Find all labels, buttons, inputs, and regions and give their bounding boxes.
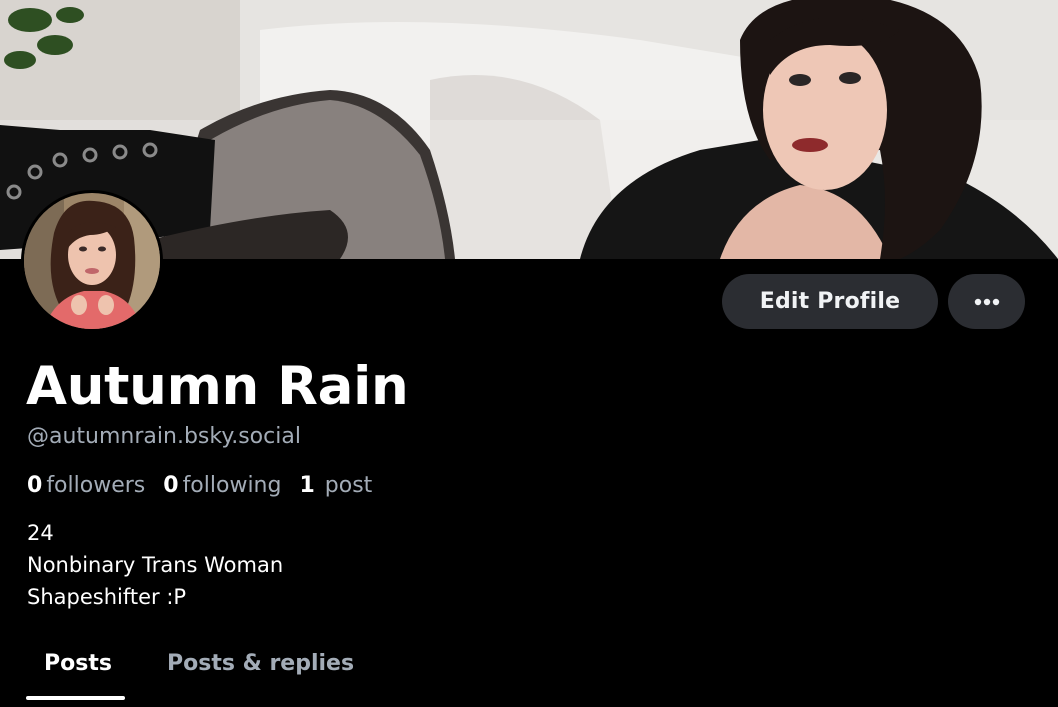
active-tab-indicator bbox=[26, 696, 125, 700]
followers-link[interactable]: 0 followers bbox=[27, 472, 145, 500]
edit-profile-button[interactable]: Edit Profile bbox=[722, 274, 938, 329]
posts-label: post bbox=[324, 473, 373, 498]
bio-line: Nonbinary Trans Woman bbox=[27, 553, 284, 577]
followers-label: followers bbox=[46, 473, 146, 498]
profile-tabs: Posts Posts & replies bbox=[26, 636, 372, 707]
more-options-button[interactable] bbox=[948, 274, 1025, 329]
ellipsis-icon bbox=[974, 298, 999, 305]
profile-handle: @autumnrain.bsky.social bbox=[27, 424, 301, 449]
profile-bio: 24 Nonbinary Trans Woman Shapeshifter :P bbox=[27, 517, 283, 613]
followers-count: 0 bbox=[27, 473, 43, 498]
profile-page: Edit Profile Autumn Rain @autumnrain.bsk… bbox=[0, 0, 1058, 707]
posts-stat: 1 post bbox=[299, 472, 372, 500]
tab-posts-and-replies[interactable]: Posts & replies bbox=[149, 636, 372, 693]
tab-posts[interactable]: Posts bbox=[26, 636, 125, 700]
bio-line: 24 bbox=[27, 521, 54, 545]
display-name: Autumn Rain bbox=[26, 356, 409, 417]
bio-line: Shapeshifter :P bbox=[27, 585, 187, 609]
profile-stats: 0 followers 0 following 1 post bbox=[27, 472, 390, 500]
profile-banner[interactable] bbox=[0, 0, 1058, 259]
tab-posts-label: Posts bbox=[44, 651, 112, 676]
avatar[interactable] bbox=[21, 190, 163, 332]
following-link[interactable]: 0 following bbox=[163, 472, 281, 500]
following-count: 0 bbox=[163, 473, 179, 498]
banner-image bbox=[0, 0, 1058, 259]
following-label: following bbox=[182, 473, 282, 498]
posts-count: 1 bbox=[299, 473, 315, 498]
avatar-image bbox=[24, 193, 160, 329]
tab-posts-and-replies-label: Posts & replies bbox=[167, 651, 355, 676]
